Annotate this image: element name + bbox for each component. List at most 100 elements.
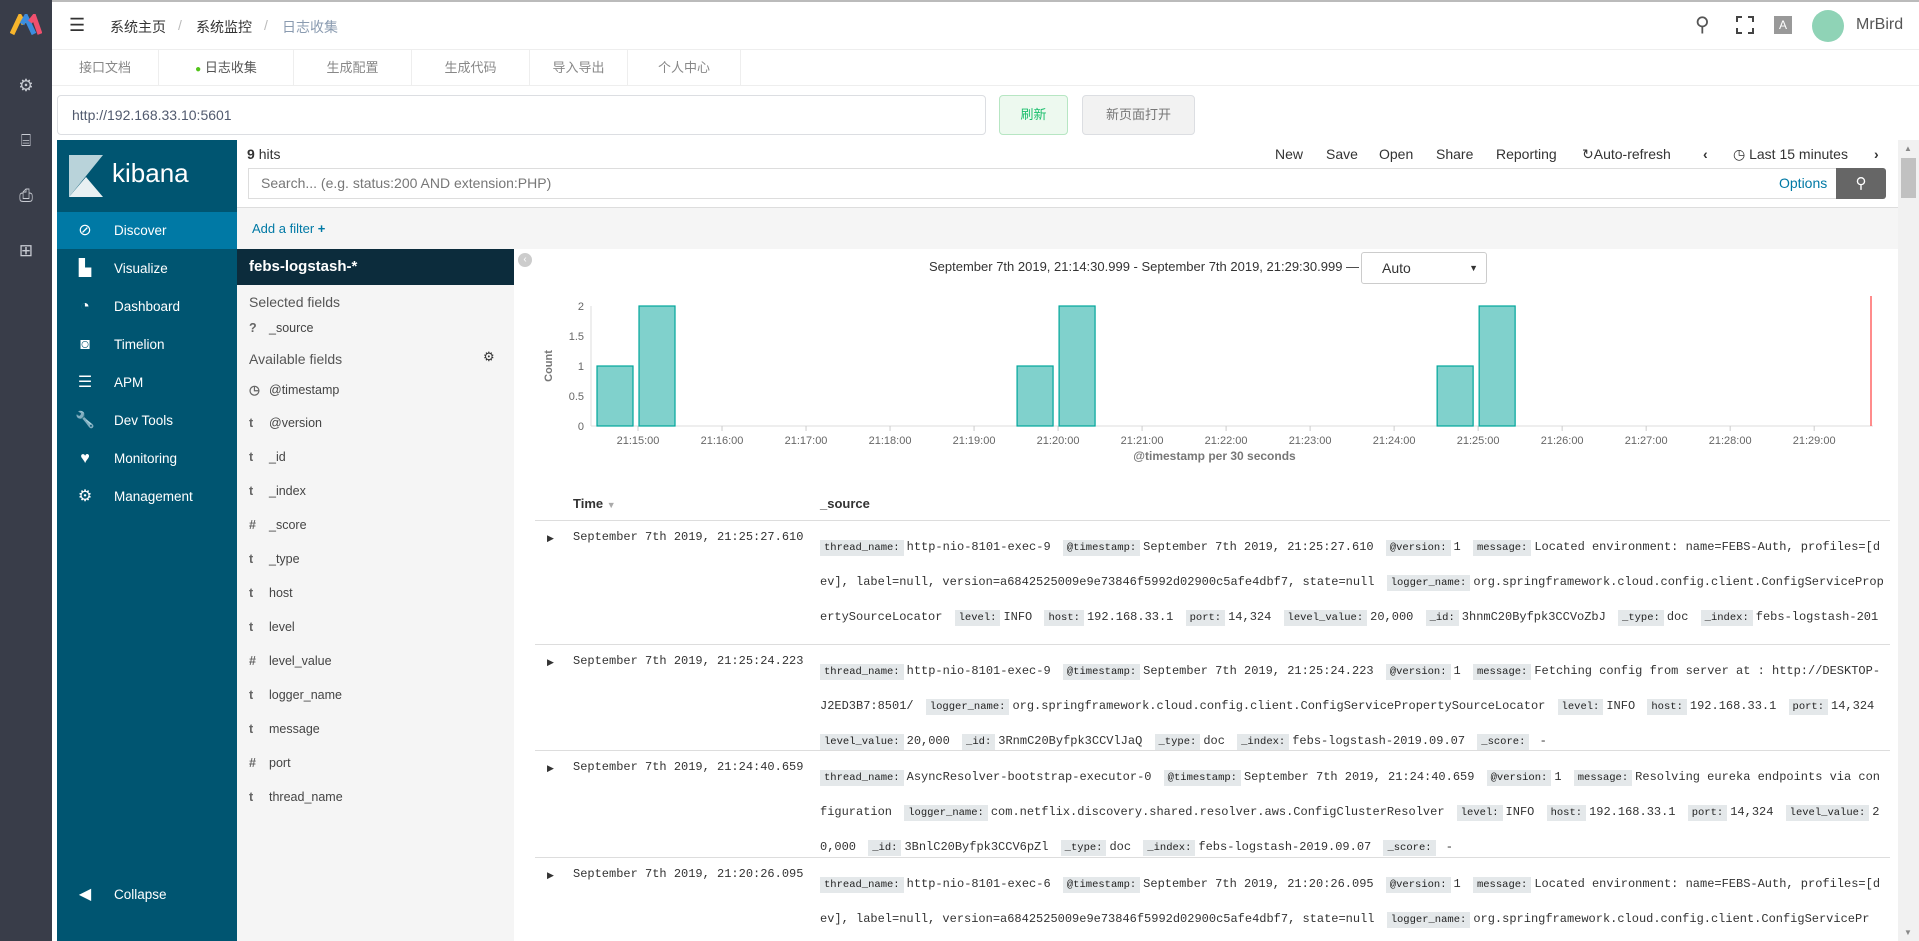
scroll-up-icon[interactable]: ▲: [1904, 144, 1912, 153]
source-field-key: message:: [1573, 770, 1633, 786]
gift-icon[interactable]: ⊞: [14, 239, 38, 263]
histogram-bar[interactable]: [1058, 305, 1096, 427]
tab-generate-code[interactable]: 生成代码: [412, 50, 530, 86]
save-button[interactable]: Save: [1326, 146, 1358, 162]
url-input[interactable]: http://192.168.33.10:5601: [57, 95, 986, 135]
expand-row-icon[interactable]: ▶: [547, 763, 554, 774]
field-settings-gear-icon[interactable]: ⚙: [483, 349, 495, 365]
source-field-key: _id:: [962, 734, 996, 750]
breadcrumb-home[interactable]: 系统主页: [110, 17, 166, 37]
histogram-bar[interactable]: [596, 365, 634, 427]
available-field-item[interactable]: t host: [249, 586, 293, 600]
time-picker-button[interactable]: ◷ Last 15 minutes: [1733, 146, 1848, 163]
scroll-down-icon[interactable]: ▼: [1904, 928, 1912, 937]
reporting-button[interactable]: Reporting: [1496, 146, 1557, 162]
kibana-nav-discover[interactable]: ⊘ Discover: [57, 212, 237, 249]
source-field-value: INFO: [1606, 699, 1636, 713]
search-input[interactable]: Search... (e.g. status:200 AND extension…: [248, 168, 1836, 199]
selected-field-item[interactable]: ? _source: [249, 321, 313, 335]
expand-row-icon[interactable]: ▶: [547, 657, 554, 668]
breadcrumb-separator: /: [178, 17, 182, 33]
histogram-bar[interactable]: [1478, 305, 1516, 427]
source-field-key: _score:: [1383, 840, 1436, 856]
avatar[interactable]: [1812, 10, 1844, 42]
share-button[interactable]: Share: [1436, 146, 1473, 162]
collapse-fields-icon[interactable]: ‹: [518, 253, 532, 267]
expand-row-icon[interactable]: ▶: [547, 533, 554, 544]
table-row: ▶ September 7th 2019, 21:20:26.095 thread_…: [535, 857, 1890, 941]
font-size-icon[interactable]: A: [1774, 16, 1792, 34]
x-tick-label: 21:17:00: [785, 435, 828, 447]
source-field-key: port:: [1185, 610, 1226, 626]
source-field-value: http-nio-8101-exec-6: [906, 877, 1051, 891]
histogram-bar[interactable]: [1016, 365, 1054, 427]
available-field-item[interactable]: t _id: [249, 450, 286, 464]
open-button[interactable]: Open: [1379, 146, 1413, 162]
auto-refresh-button[interactable]: ↻Auto-refresh: [1582, 146, 1671, 163]
time-back-icon[interactable]: ‹: [1703, 146, 1708, 162]
available-field-item[interactable]: t level: [249, 620, 295, 634]
search-icon[interactable]: ⚲: [1695, 12, 1710, 37]
kibana-nav-dashboard[interactable]: ◔ Dashboard: [57, 288, 237, 325]
column-header-time[interactable]: Time ▼: [573, 496, 616, 511]
x-tick-label: 21:28:00: [1709, 435, 1752, 447]
x-axis-title: @timestamp per 30 seconds: [1133, 449, 1296, 463]
time-forward-icon[interactable]: ›: [1874, 146, 1879, 162]
index-pattern-selector[interactable]: febs-logstash-*: [237, 249, 514, 285]
user-name[interactable]: MrBird: [1856, 16, 1903, 34]
add-filter-button[interactable]: Add a filter +: [252, 221, 325, 236]
available-field-item[interactable]: t _index: [249, 484, 306, 498]
y-tick-label: 1: [578, 361, 584, 373]
kibana-nav-monitoring[interactable]: ♥ Monitoring: [57, 440, 237, 477]
kibana-nav-apm[interactable]: ☰ APM: [57, 364, 237, 401]
sort-icon[interactable]: ▼: [607, 500, 616, 510]
breadcrumb-monitor[interactable]: 系统监控: [196, 17, 252, 37]
source-field-key: level:: [954, 610, 1001, 626]
scrollbar[interactable]: ▲ ▼: [1898, 140, 1919, 941]
printer-icon[interactable]: ⎙: [14, 184, 38, 208]
available-field-item[interactable]: t thread_name: [249, 790, 343, 804]
interval-select[interactable]: Auto ▼: [1361, 252, 1487, 284]
available-field-item[interactable]: # level_value: [249, 654, 332, 668]
app-logo: [9, 11, 43, 39]
source-field-key: thread_name:: [820, 770, 904, 786]
chevron-down-icon: ▼: [1469, 263, 1478, 273]
tab-personal-center[interactable]: 个人中心: [628, 50, 741, 86]
new-button[interactable]: New: [1275, 146, 1303, 162]
collapse-button[interactable]: ◀ Collapse: [57, 876, 237, 913]
settings-panel-icon[interactable]: ⚙: [14, 74, 38, 98]
kibana-nav-visualize[interactable]: ▙ Visualize: [57, 250, 237, 287]
refresh-button[interactable]: 刷新: [999, 95, 1068, 135]
expand-row-icon[interactable]: ▶: [547, 870, 554, 881]
available-field-item[interactable]: ◷ @timestamp: [249, 382, 339, 397]
options-link[interactable]: Options: [1779, 175, 1827, 191]
source-field-key: thread_name:: [820, 664, 904, 680]
available-field-item[interactable]: t logger_name: [249, 688, 342, 702]
available-field-item[interactable]: # port: [249, 756, 291, 770]
breadcrumb-separator: /: [264, 17, 268, 33]
tab-generate-config[interactable]: 生成配置: [294, 50, 412, 86]
field-name: _score: [269, 518, 307, 532]
available-field-item[interactable]: # _score: [249, 518, 307, 532]
presentation-icon[interactable]: ⌸: [14, 129, 38, 153]
available-field-item[interactable]: t @version: [249, 416, 322, 430]
open-new-page-button[interactable]: 新页面打开: [1082, 95, 1195, 135]
kibana-nav-management[interactable]: ⚙ Management: [57, 478, 237, 515]
source-field-value: 192.168.33.1: [1589, 805, 1676, 819]
tab-log-collection[interactable]: ● 日志收集: [159, 50, 294, 86]
histogram-bar[interactable]: [638, 305, 676, 427]
histogram-bar[interactable]: [1436, 365, 1474, 427]
tab-api-docs[interactable]: 接口文档: [52, 50, 159, 86]
kibana-nav-timelion[interactable]: ◙ Timelion: [57, 326, 237, 363]
fullscreen-icon[interactable]: [1736, 16, 1754, 34]
tab-import-export[interactable]: 导入导出: [530, 50, 628, 86]
time-picker-label: Last 15 minutes: [1749, 146, 1848, 162]
available-field-item[interactable]: t _type: [249, 552, 300, 566]
field-type-icon: t: [249, 416, 254, 430]
available-field-item[interactable]: t message: [249, 722, 320, 736]
kibana-nav-dev-tools[interactable]: 🔧 Dev Tools: [57, 402, 237, 439]
menu-toggle-icon[interactable]: ☰: [69, 15, 85, 36]
scroll-thumb[interactable]: [1901, 158, 1916, 198]
search-submit-button[interactable]: ⚲: [1836, 168, 1886, 199]
interval-value: Auto: [1382, 260, 1411, 276]
